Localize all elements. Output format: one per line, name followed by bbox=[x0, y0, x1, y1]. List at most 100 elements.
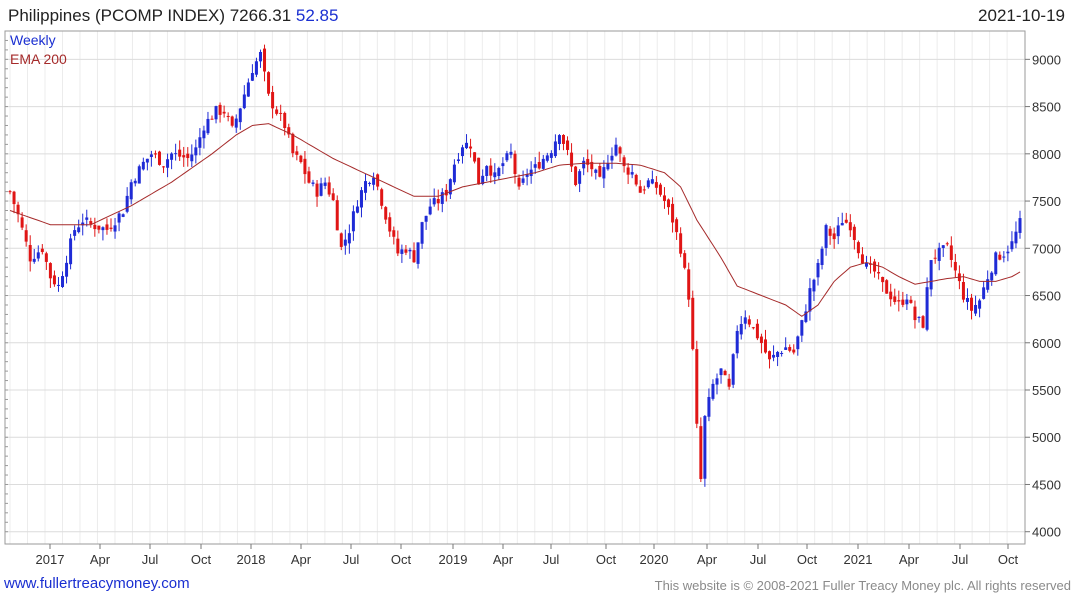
candle-body bbox=[85, 217, 89, 220]
candle-body bbox=[242, 94, 246, 109]
candle-body bbox=[469, 146, 473, 149]
candle-body bbox=[598, 165, 602, 177]
price-chart: 4000 4500 5000 5500 6000 6500 7000 7500 8000 8500… bbox=[4, 30, 1061, 567]
candle-body bbox=[715, 378, 719, 385]
candle-body bbox=[295, 151, 299, 155]
candle-body bbox=[650, 179, 654, 184]
candle-body bbox=[400, 249, 404, 254]
candle-body bbox=[812, 279, 816, 292]
candle-body bbox=[1018, 218, 1022, 233]
candle-body bbox=[44, 253, 48, 262]
candle-body bbox=[844, 219, 848, 223]
candle-body bbox=[909, 299, 913, 303]
candle-body bbox=[129, 182, 133, 200]
candle-body bbox=[174, 153, 178, 155]
candle-body bbox=[194, 147, 198, 156]
candle-body bbox=[250, 73, 254, 81]
candle-body bbox=[141, 161, 145, 170]
candle-body bbox=[190, 154, 194, 162]
candle-body bbox=[820, 248, 824, 266]
candle-body bbox=[8, 191, 12, 193]
candle-body bbox=[574, 166, 578, 186]
candle-body bbox=[921, 316, 925, 328]
candle-body bbox=[537, 162, 541, 169]
candle-body bbox=[20, 217, 24, 228]
candle-body bbox=[291, 133, 295, 154]
y-tick-label: 5000 bbox=[1032, 430, 1061, 445]
candle-body bbox=[723, 370, 727, 376]
x-tick-label: Apr bbox=[90, 552, 111, 567]
candle-body bbox=[768, 351, 772, 360]
candle-body bbox=[877, 272, 881, 274]
candle-body bbox=[202, 130, 206, 139]
candle-body bbox=[965, 297, 969, 302]
candle-body bbox=[315, 183, 319, 197]
candle-body bbox=[699, 426, 703, 480]
candle-body bbox=[109, 227, 113, 229]
candle-body bbox=[392, 230, 396, 237]
x-tick-label: Jul bbox=[142, 552, 159, 567]
candle-body bbox=[465, 142, 469, 149]
candle-body bbox=[424, 215, 428, 222]
candle-body bbox=[731, 354, 735, 385]
y-tick-label: 5500 bbox=[1032, 383, 1061, 398]
candle-body bbox=[351, 211, 355, 232]
candle-body bbox=[28, 245, 32, 262]
candle-body bbox=[331, 193, 335, 201]
candle-body bbox=[618, 147, 622, 154]
candle-body bbox=[452, 164, 456, 183]
candle-body bbox=[307, 171, 311, 183]
candle-body bbox=[606, 163, 610, 170]
candle-body bbox=[974, 304, 978, 314]
candle-body bbox=[982, 287, 986, 299]
candle-body bbox=[311, 182, 315, 184]
legend-weekly: Weekly bbox=[10, 32, 56, 48]
candle-body bbox=[347, 233, 351, 244]
candle-body bbox=[763, 339, 767, 353]
candle-body bbox=[747, 319, 751, 325]
x-tick-label: Apr bbox=[493, 552, 514, 567]
candle-body bbox=[263, 48, 267, 72]
candle-body bbox=[517, 177, 521, 187]
candle-body bbox=[376, 174, 380, 187]
candle-body bbox=[497, 168, 501, 177]
x-tick-label: Jul bbox=[952, 552, 969, 567]
candle-body bbox=[121, 214, 125, 217]
candle-body bbox=[388, 217, 392, 232]
site-link[interactable]: www.fullertreacymoney.com bbox=[4, 575, 190, 592]
candle-body bbox=[751, 327, 755, 329]
candle-body bbox=[162, 166, 166, 168]
legend-ema: EMA 200 bbox=[10, 51, 67, 67]
candle-body bbox=[994, 252, 998, 275]
candle-body bbox=[788, 347, 792, 351]
candle-body bbox=[561, 134, 565, 144]
candle-body bbox=[836, 225, 840, 237]
candle-body bbox=[473, 152, 477, 162]
y-tick-label: 6500 bbox=[1032, 289, 1061, 304]
candle-body bbox=[368, 182, 372, 184]
candle-body bbox=[675, 219, 679, 233]
candle-body bbox=[230, 116, 234, 126]
candle-body bbox=[925, 287, 929, 330]
candle-body bbox=[566, 140, 570, 150]
x-tick-label: Oct bbox=[596, 552, 617, 567]
candle-body bbox=[323, 182, 327, 186]
candle-body bbox=[303, 158, 307, 175]
candle-body bbox=[832, 233, 836, 240]
candle-body bbox=[1014, 231, 1018, 244]
x-tick-label: Apr bbox=[697, 552, 718, 567]
candle-body bbox=[986, 279, 990, 290]
candle-body bbox=[873, 261, 877, 272]
candle-body bbox=[319, 183, 323, 196]
candle-body bbox=[776, 351, 780, 357]
candle-body bbox=[557, 135, 561, 145]
candle-body bbox=[703, 416, 707, 479]
candle-body bbox=[549, 153, 553, 158]
candle-body bbox=[485, 166, 489, 177]
candle-body bbox=[901, 299, 905, 305]
candle-body bbox=[856, 242, 860, 254]
candle-body bbox=[101, 227, 105, 231]
candle-body bbox=[905, 299, 909, 305]
x-tick-label: Oct bbox=[391, 552, 412, 567]
candle-body bbox=[662, 195, 666, 201]
